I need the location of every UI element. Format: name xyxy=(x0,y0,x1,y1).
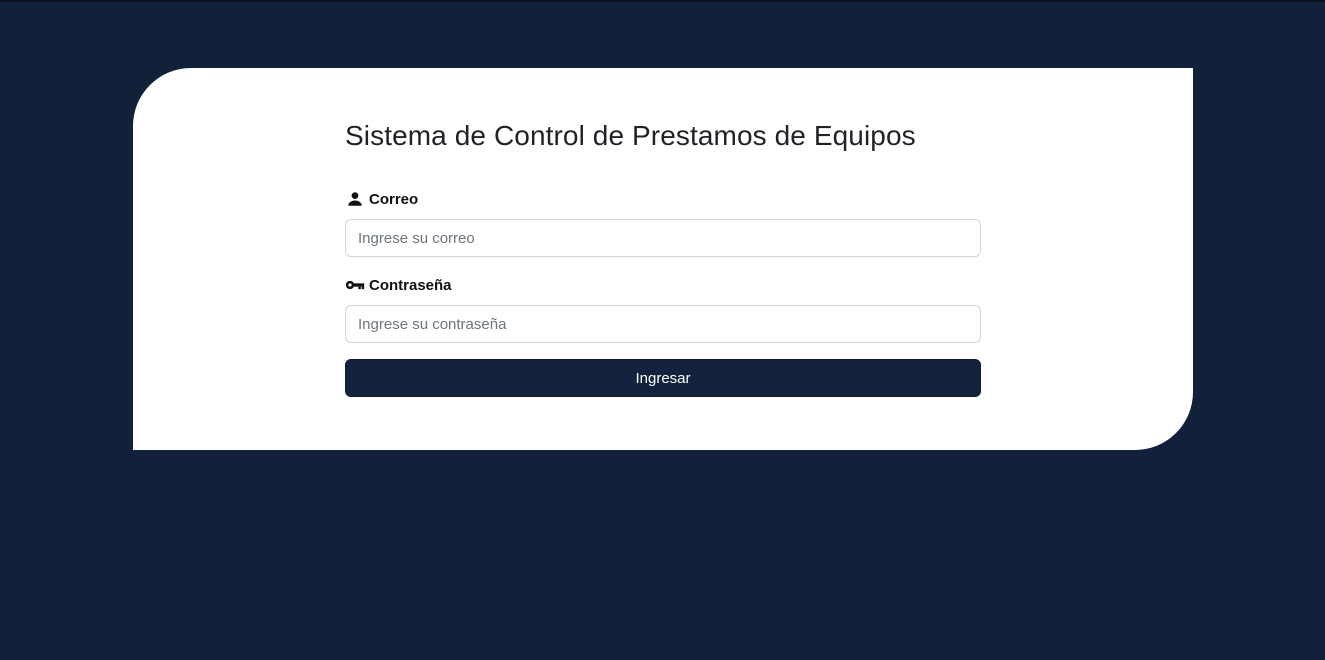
login-card: Sistema de Control de Prestamos de Equip… xyxy=(133,68,1193,450)
email-label-text: Correo xyxy=(369,190,419,208)
email-label: Correo xyxy=(345,189,418,209)
password-label-text: Contraseña xyxy=(369,276,452,294)
key-icon xyxy=(345,275,365,295)
top-border xyxy=(0,0,1325,2)
email-input[interactable] xyxy=(345,219,981,257)
page-title: Sistema de Control de Prestamos de Equip… xyxy=(345,120,916,151)
password-input[interactable] xyxy=(345,305,981,343)
login-button[interactable]: Ingresar xyxy=(345,359,981,397)
person-icon xyxy=(345,189,365,209)
password-label: Contraseña xyxy=(345,275,452,295)
